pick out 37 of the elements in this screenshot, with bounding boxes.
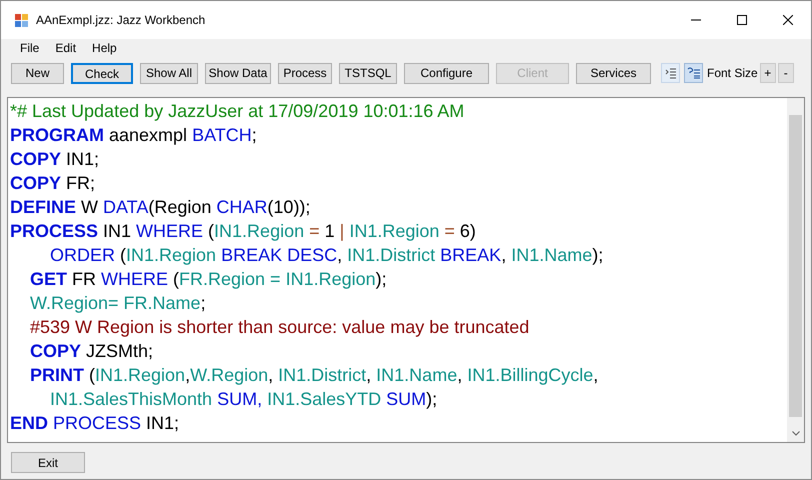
window-title: AAnExmpl.jzz: Jazz Workbench [36,12,206,29]
indent-icon[interactable] [661,63,680,83]
code-line: COPY FR; [10,172,96,195]
code-line: PROGRAM aanexmpl BATCH; [10,124,257,147]
toolbar-button[interactable]: New [11,62,64,84]
code-line: PRINT (IN1.Region,W.Region, IN1.District, IN1.Name, IN1.BillingCycle, [29,364,598,387]
font-size-button[interactable]: - [778,63,794,83]
code-line: *# Last Updated by JazzUser at 17/09/2019 10:01:16 AM [10,100,464,123]
menu-item[interactable]: File [13,39,46,57]
code-line: #539 W Region is shorter than source: value may be truncated [29,316,530,339]
code-line: DEFINE W DATA(Region CHAR(10)); [10,196,310,219]
app-icon [14,12,30,28]
code-line: GET FR WHERE (FR.Region = IN1.Region); [29,268,387,291]
scrollbar-thumb[interactable] [789,115,802,417]
maximize-icon[interactable] [737,15,747,25]
menu-item[interactable]: Help [85,39,124,57]
font-size-label: Font Size [707,65,758,82]
toolbar-button[interactable]: Services [576,62,651,84]
code-line: COPY IN1; [10,148,100,171]
toolbar-button[interactable]: Show All [140,62,198,84]
toolbar-button[interactable]: TSTSQL [339,62,397,84]
toolbar-button[interactable]: Configure [404,62,489,84]
toolbar-button[interactable]: Process [278,62,332,84]
code-line: COPY JZSMth; [29,340,154,363]
help-format-icon[interactable] [684,63,703,83]
close-icon[interactable] [783,15,793,25]
code-line: ORDER (IN1.Region BREAK DESC, IN1.District BREAK, IN1.Name); [49,244,604,267]
code-line: PROCESS IN1 WHERE (IN1.Region = 1 | IN1.Region = 6) [10,220,476,243]
toolbar-button[interactable]: Check [71,62,133,84]
code-line: W.Region= FR.Name; [29,292,206,315]
code-line: END PROCESS IN1; [10,412,180,435]
scrollbar[interactable] [787,98,804,442]
font-size-button[interactable]: + [760,63,776,83]
menu-item[interactable]: Edit [48,39,84,57]
code-line: IN1.SalesThisMonth SUM, IN1.SalesYTD SUM); [49,388,438,411]
toolbar-button[interactable]: Show Data [205,62,271,84]
exit-button[interactable]: Exit [11,452,85,473]
